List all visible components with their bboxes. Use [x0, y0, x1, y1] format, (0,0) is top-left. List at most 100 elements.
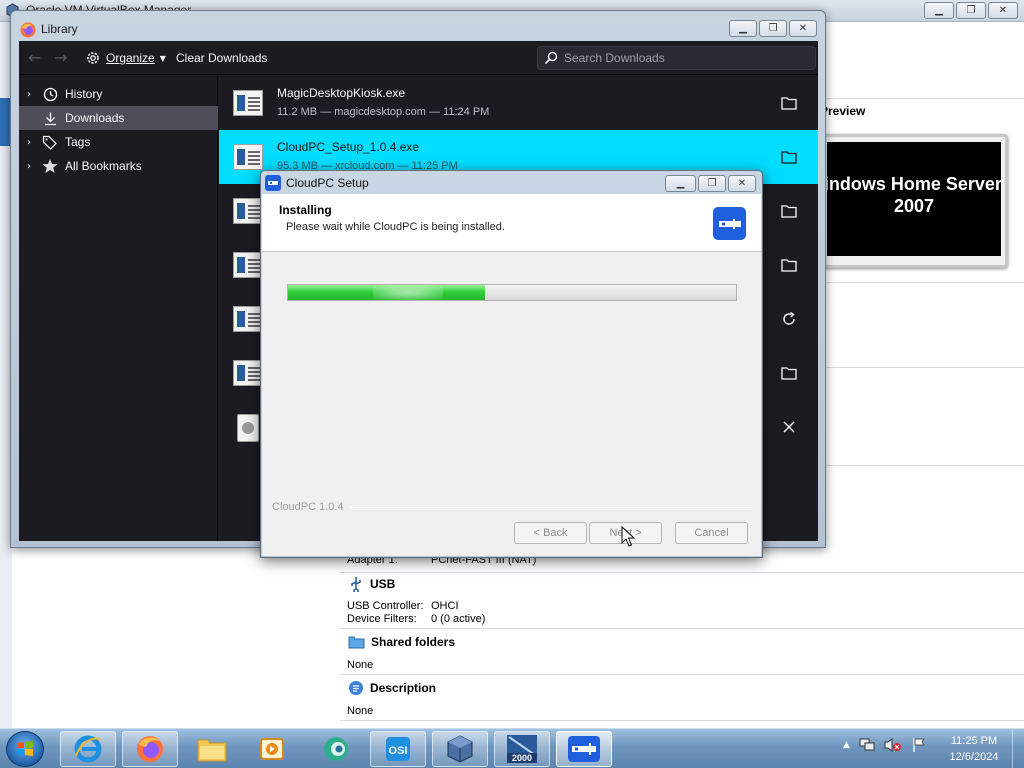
organize-button[interactable]: Organize ▼	[85, 48, 166, 68]
back-button[interactable]: < Back	[514, 522, 587, 544]
network-icon[interactable]	[859, 737, 875, 753]
divider	[340, 674, 1024, 675]
setup-dialog: CloudPC Setup ▁ ❐ ✕ Installing Please wa…	[260, 170, 763, 558]
exe-file-icon	[233, 144, 263, 170]
exe-file-icon	[233, 90, 263, 116]
cancel-button[interactable]: Cancel	[675, 522, 748, 544]
library-window-controls: ▁ ❐ ✕	[729, 20, 817, 37]
folder-icon[interactable]	[778, 255, 800, 275]
speech-bubble-icon	[349, 681, 363, 695]
library-minimize-button[interactable]: ▁	[729, 20, 757, 37]
setup-maximize-button[interactable]: ❐	[698, 175, 726, 192]
description-value: None	[347, 705, 374, 717]
preview-text-line2: 2007	[893, 196, 935, 216]
show-hidden-icons-icon[interactable]: ▲	[843, 740, 850, 750]
shared-folders-title: Shared folders	[371, 634, 456, 649]
setup-close-button[interactable]: ✕	[728, 175, 756, 192]
sidebar-item-label: All Bookmarks	[65, 159, 142, 173]
expand-arrow-icon[interactable]: ›	[27, 137, 41, 148]
cloudpc-logo-icon	[713, 207, 746, 240]
star-icon	[41, 158, 59, 174]
back-arrow-icon[interactable]: ←	[28, 48, 41, 67]
media-player-icon	[260, 738, 284, 760]
clock[interactable]: 11:25 PM 12/6/2024	[938, 733, 1010, 765]
retry-icon[interactable]	[778, 309, 800, 329]
usb-section-title[interactable]: USB	[348, 576, 395, 592]
taskbar-file-explorer[interactable]	[184, 731, 240, 767]
taskbar-osi-app[interactable]: OSI	[370, 731, 426, 767]
taskbar-cloudpc-setup[interactable]	[556, 731, 612, 767]
document-file-icon	[237, 414, 259, 442]
folder-icon[interactable]	[778, 93, 800, 113]
usb-controller-value: OHCI	[431, 600, 459, 612]
library-close-button[interactable]: ✕	[789, 20, 817, 37]
osi-app-icon: OSI	[386, 737, 410, 761]
exe-file-icon	[233, 306, 263, 332]
exe-file-icon	[233, 252, 263, 278]
folder-icon[interactable]	[778, 201, 800, 221]
sidebar-item-label: Downloads	[65, 111, 125, 125]
folder-icon	[348, 636, 365, 649]
start-button[interactable]	[6, 731, 44, 767]
windows-logo-icon	[17, 741, 33, 756]
preview-screen: Windows Home Server 2007	[827, 142, 1001, 256]
forward-arrow-icon[interactable]: →	[54, 48, 67, 67]
taskbar-firefox[interactable]	[122, 731, 178, 767]
setup-heading: Installing	[279, 203, 332, 217]
internet-explorer-icon	[74, 735, 102, 763]
expand-arrow-icon[interactable]: ›	[27, 89, 41, 100]
tag-icon	[41, 134, 59, 150]
taskbar: OSI 2000 ▲ 11:25 PM 12/6/2024	[0, 728, 1024, 768]
library-maximize-button[interactable]: ❐	[759, 20, 787, 37]
usb-title: USB	[370, 577, 396, 591]
folder-icon[interactable]	[778, 363, 800, 383]
usb-filters-key: Device Filters:	[347, 613, 417, 625]
taskbar-media-player[interactable]	[244, 731, 300, 767]
search-input[interactable]	[564, 51, 804, 65]
setup-title: CloudPC Setup	[286, 176, 369, 190]
download-filename: CloudPC_Setup_1.0.4.exe	[277, 140, 420, 154]
vbox-window-controls: ▁ ❐ ✕	[924, 2, 1018, 19]
library-toolbar: ← → Organize ▼ Clear Downloads	[19, 41, 818, 75]
cloudpc-icon	[568, 736, 600, 762]
vbox-close-button[interactable]: ✕	[988, 2, 1018, 19]
usb-controller-key: USB Controller:	[347, 600, 424, 612]
sidebar-item-history[interactable]: › History	[19, 82, 218, 106]
vbox-minimize-button[interactable]: ▁	[924, 2, 954, 19]
win2000-badge: 2000	[512, 753, 532, 763]
sidebar-item-label: History	[65, 87, 103, 101]
search-downloads-box[interactable]	[537, 46, 816, 70]
action-center-flag-icon[interactable]	[911, 737, 927, 753]
setup-minimize-button[interactable]: ▁	[665, 175, 696, 192]
volume-muted-icon[interactable]	[884, 737, 902, 753]
usb-filters-line: Device Filters: 0 (0 active)	[347, 613, 485, 625]
show-desktop-button[interactable]	[1012, 729, 1024, 768]
firefox-icon	[20, 22, 36, 38]
shared-folders-section-title[interactable]: Shared folders	[348, 634, 455, 649]
divider	[340, 720, 1024, 721]
clear-downloads-button[interactable]: Clear Downloads	[176, 51, 267, 65]
close-icon[interactable]	[778, 417, 800, 437]
sidebar-item-downloads[interactable]: Downloads	[19, 106, 218, 130]
expand-arrow-icon[interactable]: ›	[27, 161, 41, 172]
shared-folders-value: None	[347, 659, 374, 671]
library-title: Library	[41, 22, 78, 36]
sidebar-item-tags[interactable]: › Tags	[19, 130, 218, 154]
file-explorer-icon	[197, 739, 227, 762]
cloudpc-icon	[265, 175, 281, 191]
taskbar-windows-2000[interactable]: 2000	[494, 731, 550, 767]
vbox-maximize-button[interactable]: ❐	[956, 2, 986, 19]
download-row[interactable]: MagicDesktopKiosk.exe 11.2 MB — magicdes…	[219, 76, 818, 130]
taskbar-cloud-app[interactable]	[308, 731, 364, 767]
organize-label: Organize	[106, 51, 155, 65]
sidebar-item-all-bookmarks[interactable]: › All Bookmarks	[19, 154, 218, 178]
search-icon	[544, 51, 558, 65]
description-section-title[interactable]: Description	[348, 680, 436, 696]
library-sidebar: › History Downloads › Tags › All Bookmar…	[19, 76, 218, 541]
folder-icon[interactable]	[778, 147, 800, 167]
taskbar-virtualbox[interactable]	[432, 731, 488, 767]
taskbar-internet-explorer[interactable]	[60, 731, 116, 767]
preview-text-line1: Windows Home Server	[827, 174, 1001, 194]
clock-time: 11:25 PM	[950, 735, 998, 747]
setup-window-controls: ▁ ❐ ✕	[665, 175, 756, 192]
